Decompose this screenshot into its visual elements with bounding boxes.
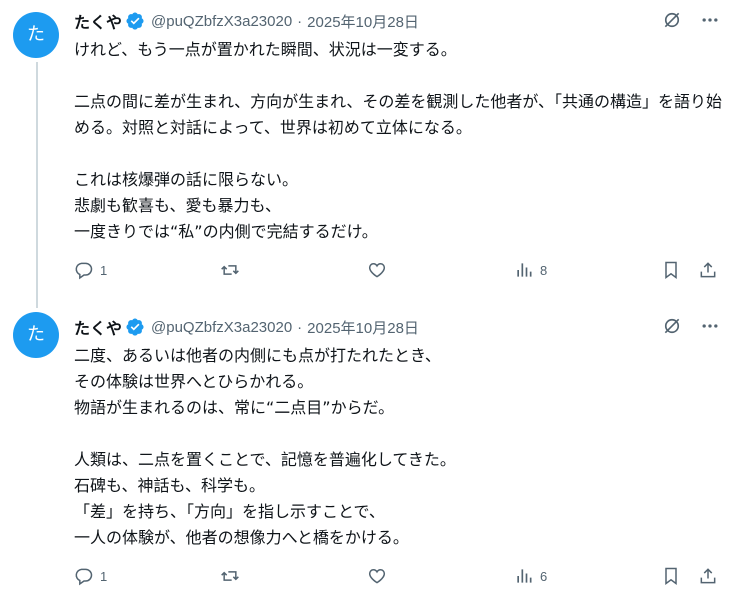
- views-icon: [517, 569, 532, 583]
- more-icon[interactable]: [700, 10, 720, 30]
- verified-badge-icon[interactable]: [125, 317, 145, 337]
- views-button[interactable]: 8: [514, 260, 547, 280]
- share-button[interactable]: [698, 260, 718, 280]
- views-button[interactable]: 6: [514, 566, 547, 586]
- like-button[interactable]: [367, 260, 387, 280]
- share-button[interactable]: [698, 566, 718, 586]
- user-name[interactable]: たくや: [74, 9, 122, 33]
- verified-badge-icon[interactable]: [125, 11, 145, 31]
- tweet-date[interactable]: 2025年10月28日: [307, 317, 419, 338]
- like-icon: [368, 568, 386, 584]
- reply-count: 1: [100, 262, 108, 278]
- user-handle[interactable]: @puQZbfzX3a23020: [151, 13, 292, 30]
- bookmark-icon: [665, 261, 677, 279]
- more-icon[interactable]: [700, 316, 720, 336]
- tweet-top-actions: [662, 316, 720, 336]
- reply-icon: [75, 262, 93, 280]
- tweet-top-actions: [662, 10, 720, 30]
- tweet-text: 二度、あるいは他者の内側にも点が打たれたとき、 その体験は世界へとひらかれる。 …: [74, 346, 456, 547]
- separator: ·: [297, 318, 303, 336]
- reply-button[interactable]: 1: [74, 260, 107, 280]
- views-icon: [517, 263, 532, 277]
- tweet-actions: 1 6: [74, 566, 724, 590]
- tweet-header: たくや @puQZbfzX3a23020 · 2025年10月28日: [74, 315, 419, 339]
- view-count: 8: [540, 262, 548, 278]
- separator: ·: [297, 12, 303, 30]
- tweet-text: けれど、もう一点が置かれた瞬間、状況は一変する。 二点の間に差が生まれ、方向が生…: [74, 40, 723, 241]
- user-name[interactable]: たくや: [74, 315, 122, 339]
- avatar[interactable]: た: [13, 312, 59, 358]
- retweet-button[interactable]: [220, 566, 240, 586]
- grok-icon[interactable]: [662, 316, 682, 336]
- reply-button[interactable]: 1: [74, 566, 107, 586]
- tweet-actions: 1 8: [74, 260, 724, 284]
- bookmark-icon: [665, 567, 677, 585]
- user-handle[interactable]: @puQZbfzX3a23020: [151, 319, 292, 336]
- grok-icon[interactable]: [662, 10, 682, 30]
- retweet-button[interactable]: [220, 260, 240, 280]
- tweet-header: たくや @puQZbfzX3a23020 · 2025年10月28日: [74, 9, 419, 33]
- bookmark-button[interactable]: [661, 260, 681, 280]
- like-icon: [368, 262, 386, 278]
- share-icon: [700, 262, 716, 278]
- bookmark-button[interactable]: [661, 566, 681, 586]
- tweet-date[interactable]: 2025年10月28日: [307, 11, 419, 32]
- view-count: 6: [540, 568, 548, 584]
- share-icon: [700, 568, 716, 584]
- retweet-icon: [221, 571, 239, 581]
- tweet[interactable]: た たくや @puQZbfzX3a23020 · 2025年10月28日 二度、…: [0, 306, 732, 596]
- avatar[interactable]: た: [13, 12, 59, 58]
- tweet[interactable]: た たくや @puQZbfzX3a23020 · 2025年10月28日 けれど…: [0, 0, 732, 300]
- retweet-icon: [221, 265, 239, 275]
- like-button[interactable]: [367, 566, 387, 586]
- reply-icon: [75, 568, 93, 586]
- reply-count: 1: [100, 568, 108, 584]
